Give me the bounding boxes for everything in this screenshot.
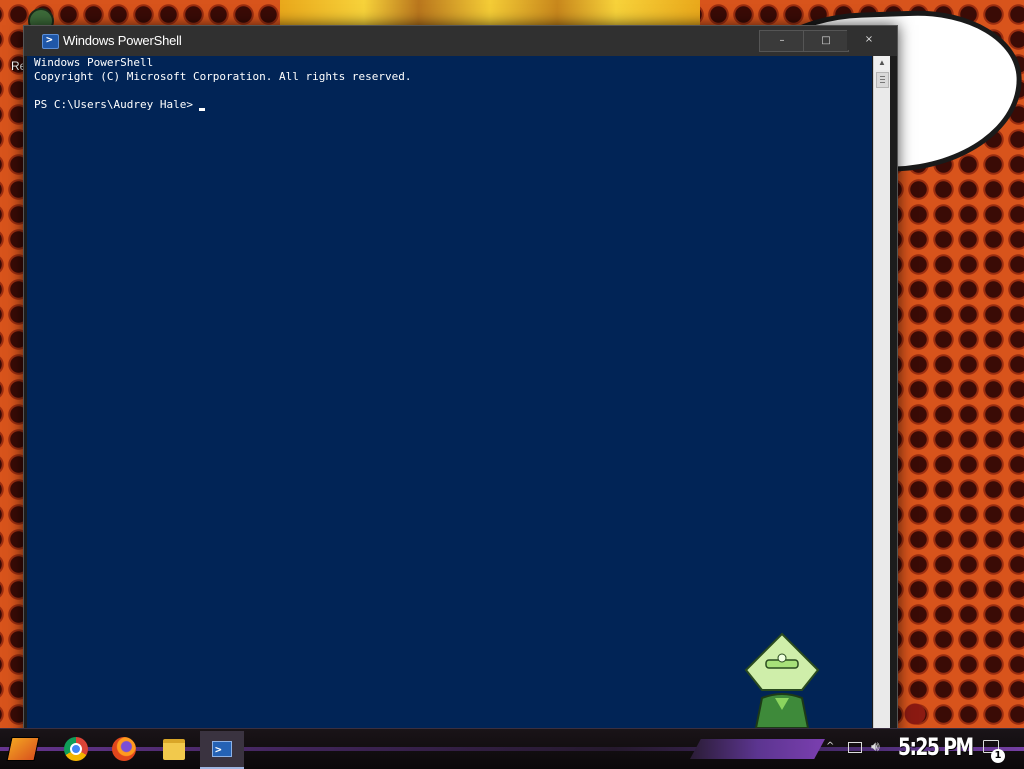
maximize-button[interactable]: □ — [803, 30, 849, 52]
console-prompt-line: PS C:\Users\Audrey Hale> — [34, 98, 205, 112]
taskbar-file-explorer[interactable] — [159, 734, 189, 764]
notification-badge: 1 — [991, 749, 1005, 763]
tray-decoration — [690, 739, 825, 759]
scroll-up-arrow[interactable]: ▲ — [874, 56, 890, 70]
scrollbar-thumb[interactable] — [876, 72, 889, 88]
volume-icon[interactable]: 🔊︎ — [871, 739, 880, 755]
taskbar-firefox[interactable] — [109, 734, 139, 764]
start-icon — [6, 737, 40, 761]
vertical-scrollbar[interactable]: ▲ — [873, 56, 890, 736]
wallpaper-art — [280, 0, 700, 26]
taskbar-clock[interactable]: 5:25 PM — [898, 733, 974, 761]
wallpaper-decoration — [895, 700, 935, 728]
console-prompt: PS C:\Users\Audrey Hale> — [34, 98, 193, 111]
console-line: Windows PowerShell — [34, 56, 154, 69]
start-button[interactable] — [6, 734, 40, 764]
text-cursor — [198, 108, 205, 111]
console-line: Copyright (C) Microsoft Corporation. All… — [34, 70, 412, 83]
powershell-window: Windows PowerShell – □ × Windows PowerSh… — [23, 25, 898, 737]
window-title: Windows PowerShell — [63, 33, 182, 48]
powershell-icon: > — [212, 741, 232, 757]
taskbar-chrome[interactable] — [61, 734, 91, 764]
close-button[interactable]: × — [847, 30, 891, 50]
taskbar: > ^ 🔊︎ 5:25 PM 1 — [0, 728, 1024, 769]
desktop-character-figure — [744, 632, 820, 728]
powershell-icon — [42, 33, 59, 49]
network-icon[interactable] — [848, 742, 862, 753]
taskbar-powershell[interactable]: > — [200, 731, 244, 769]
minimize-button[interactable]: – — [759, 30, 805, 52]
chevron-up-icon[interactable]: ^ — [826, 741, 834, 752]
chrome-icon — [64, 737, 88, 761]
firefox-icon — [112, 737, 136, 761]
window-titlebar[interactable]: Windows PowerShell – □ × — [24, 26, 897, 56]
folder-icon — [163, 738, 185, 760]
